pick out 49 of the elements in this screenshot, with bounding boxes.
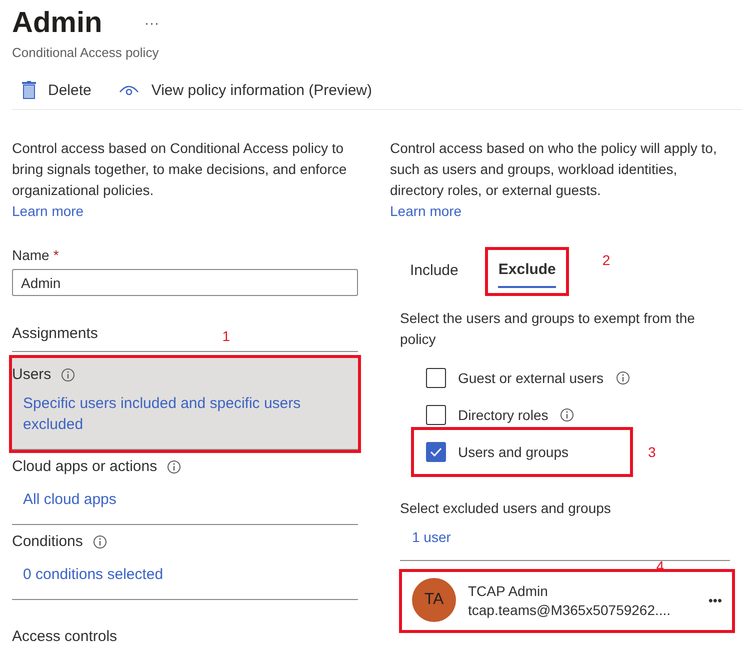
info-icon[interactable] <box>92 534 107 548</box>
section-link[interactable]: 0 conditions selected <box>23 564 164 585</box>
user-avatar: TA <box>412 578 456 622</box>
tab[interactable]: Include <box>410 256 458 287</box>
eye-icon <box>119 84 140 96</box>
check-icon <box>430 447 442 457</box>
checkbox-label: Users and groups <box>458 444 569 460</box>
section-link[interactable]: Specific users included and specific users excluded <box>23 393 358 435</box>
more-button[interactable]: ··· <box>138 14 166 32</box>
checkbox-label: Guest or external users <box>458 370 604 386</box>
more-button[interactable]: ••• <box>708 592 722 608</box>
info-icon[interactable] <box>616 371 630 385</box>
checkbox[interactable] <box>426 368 446 388</box>
toolbar-button[interactable]: View policy information (Preview) <box>109 81 372 99</box>
info-icon[interactable] <box>61 368 76 382</box>
name-field[interactable]: Admin <box>12 269 358 296</box>
toolbar-button[interactable]: Delete <box>12 81 92 99</box>
section-link[interactable]: All cloud apps <box>23 489 116 510</box>
user-card[interactable]: TA TCAP Admin tcap.teams@M365x50759262.... ••• <box>402 572 732 630</box>
trash-icon <box>22 81 36 99</box>
field-label: Name <box>12 247 50 263</box>
section-heading: Access controls <box>12 628 118 645</box>
user-email: tcap.teams@M365x50759262.... <box>468 602 671 618</box>
assignment-section[interactable]: Cloud apps or actions All cloud apps <box>12 450 358 525</box>
section-title: Cloud apps or actions <box>12 458 158 475</box>
excluded-label: Select excluded users and groups <box>400 500 612 516</box>
info-icon[interactable] <box>560 408 574 422</box>
policy-description: Control access based on Conditional Access policy to bring signals together, to make decisions, and enforce organizational policies. <box>12 139 348 200</box>
user-count-link[interactable]: 1 user <box>412 529 451 545</box>
annotation-number: 3 <box>648 444 656 460</box>
page-title: Admin <box>12 6 102 40</box>
user-name: TCAP Admin <box>468 582 549 598</box>
checkbox-label: Directory roles <box>458 407 548 423</box>
annotation-number: 1 <box>222 328 230 344</box>
required-mark: * <box>53 247 59 263</box>
assignment-description: Control access based on who the policy will apply to, such as users and groups, workload identities, directory roles, or external guests. <box>390 139 718 200</box>
section-title: Conditions <box>12 533 83 550</box>
tab[interactable]: Exclude <box>498 255 556 288</box>
learn-more-link[interactable]: Learn more <box>12 203 84 219</box>
section-title: Users <box>12 366 52 383</box>
info-icon[interactable] <box>167 460 182 474</box>
page-subtitle: Conditional Access policy <box>12 45 160 60</box>
checkbox[interactable] <box>426 442 446 462</box>
assignment-section[interactable]: Conditions 0 conditions selected <box>12 525 358 600</box>
learn-more-link[interactable]: Learn more <box>390 203 462 219</box>
checkbox[interactable] <box>426 405 446 425</box>
instruction-text: Select the users and groups to exempt from the policy <box>400 309 696 349</box>
section-heading: Assignments <box>12 325 98 342</box>
annotation-number: 2 <box>602 252 610 268</box>
